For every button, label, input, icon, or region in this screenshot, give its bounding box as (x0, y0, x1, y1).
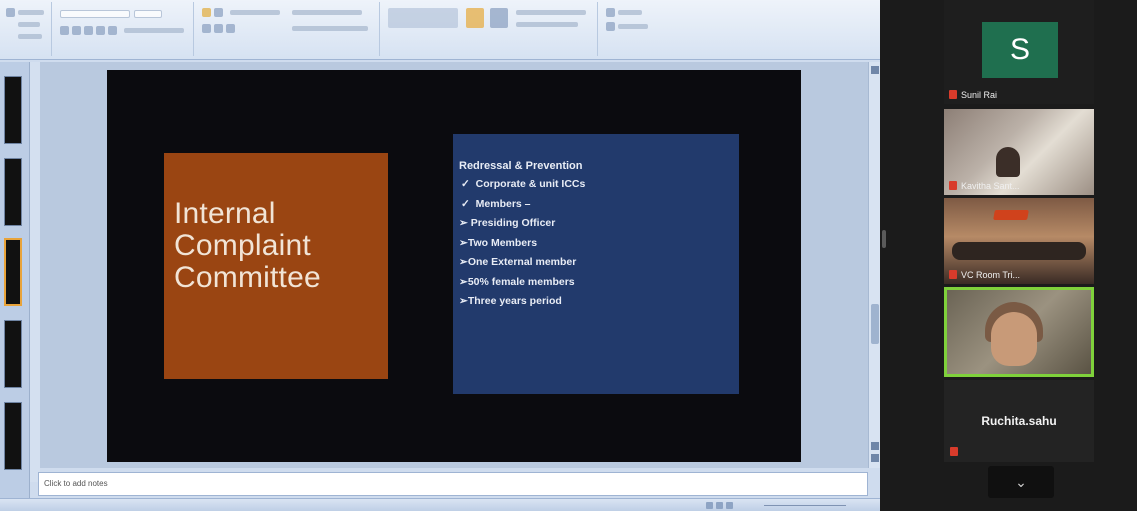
bullet-text: 50% female members (467, 275, 575, 288)
bullet-text: Two Members (467, 236, 538, 249)
replace-icon[interactable] (606, 22, 615, 31)
slide-vertical-scrollbar[interactable] (868, 62, 880, 468)
bullet-item: ✓ Members – (459, 198, 739, 218)
participant-name-text: VC Room Tri... (961, 270, 1021, 280)
title-line: Complaint (174, 229, 311, 262)
muted-mic-icon (949, 270, 957, 279)
slideshow-icon[interactable] (726, 502, 733, 509)
slide-thumbnail[interactable] (4, 76, 22, 144)
ribbon-group-paragraph (196, 2, 380, 56)
participant-tile[interactable]: Kavitha Sant... (944, 109, 1094, 195)
slide-thumbnail[interactable] (4, 158, 22, 226)
quick-styles-icon[interactable] (490, 8, 508, 28)
participant-name: Ruchita.sahu (981, 414, 1057, 428)
bullet-item: ➢One External member (459, 256, 739, 276)
slide-sorter-icon[interactable] (716, 502, 723, 509)
avatar: S (982, 22, 1058, 78)
notes-placeholder: Click to add notes (44, 479, 108, 488)
checkmark-icon: ✓ (461, 178, 470, 190)
align-right-icon[interactable] (226, 24, 235, 33)
align-center-icon[interactable] (214, 24, 223, 33)
video-feed-person (996, 147, 1020, 177)
find-icon[interactable] (606, 8, 615, 17)
slide-title-box[interactable]: Internal Complaint Committee (164, 153, 388, 379)
ribbon-group-editing (600, 2, 660, 56)
participant-name: VC Room Tri... (949, 270, 1020, 280)
slide-thumbnail[interactable] (4, 402, 22, 470)
bullet-item: ➢Three years period (459, 295, 739, 315)
zoom-control[interactable] (706, 502, 856, 509)
underline-icon[interactable] (84, 26, 93, 35)
slide-content-box[interactable]: Redressal & Prevention ✓ Corporate & uni… (453, 134, 739, 394)
video-feed-room (952, 242, 1086, 260)
align-left-icon[interactable] (202, 24, 211, 33)
status-bar (0, 498, 880, 511)
participant-name-text: Sunil Rai (961, 90, 998, 100)
participant-tile[interactable]: Ruchita.sahu (944, 380, 1094, 462)
ribbon-group-drawing (382, 2, 598, 56)
active-speaker-tile[interactable] (944, 287, 1094, 377)
title-line: Internal (174, 197, 276, 230)
next-slide-icon[interactable] (871, 454, 879, 462)
normal-view-icon[interactable] (706, 502, 713, 509)
arrow-bullet-icon: ➢ (459, 236, 468, 249)
slide-thumbnail-pane (0, 62, 30, 498)
slide-thumbnail-selected[interactable] (4, 238, 22, 306)
bullet-text: One External member (467, 256, 577, 268)
bullet-text: Members – (475, 197, 531, 210)
checkmark-icon: ✓ (461, 197, 470, 210)
room-logo (993, 210, 1029, 220)
bullet-item: ➢ Presiding Officer (459, 217, 739, 237)
participants-panel: S Sunil Rai Kavitha Sant... VC Room Tri.… (880, 0, 1137, 511)
video-feed-face (991, 312, 1037, 366)
notes-pane[interactable]: Click to add notes (38, 472, 868, 496)
participant-name: Sunil Rai (949, 90, 997, 100)
current-slide[interactable]: Internal Complaint Committee Redressal &… (107, 70, 801, 462)
screen: Internal Complaint Committee Redressal &… (0, 0, 1137, 511)
bullet-text: Three years period (467, 295, 562, 307)
muted-mic-icon (949, 181, 957, 190)
slide-thumbnail[interactable] (4, 320, 22, 388)
title-line: Committee (174, 261, 321, 294)
arrange-icon[interactable] (466, 8, 484, 28)
thumbnail-scrollbar[interactable] (30, 62, 40, 482)
panel-resize-handle[interactable] (882, 230, 886, 248)
italic-icon[interactable] (72, 26, 81, 35)
presentation-window: Internal Complaint Committee Redressal &… (0, 0, 880, 511)
muted-mic-icon (949, 90, 957, 99)
participant-tile[interactable]: VC Room Tri... (944, 198, 1094, 284)
bullet-item: ➢50% female members (459, 276, 739, 296)
scroll-up-arrow-icon[interactable] (871, 66, 879, 74)
arrow-bullet-icon: ➢ (459, 256, 468, 268)
bold-icon[interactable] (60, 26, 69, 35)
participant-tile[interactable]: S Sunil Rai (944, 0, 1094, 104)
arrow-bullet-icon: ➢ (459, 217, 468, 229)
ribbon-group-font (54, 2, 194, 56)
arrow-bullet-icon: ➢ (459, 275, 468, 288)
bullet-item: ✓ Corporate & unit ICCs (459, 178, 739, 198)
chevron-down-icon: ⌄ (1015, 474, 1027, 490)
ribbon-group-clipboard (0, 2, 52, 56)
muted-mic-icon (950, 447, 958, 456)
previous-slide-icon[interactable] (871, 442, 879, 450)
ribbon-toolbar (0, 0, 880, 60)
scrollbar-thumb[interactable] (871, 304, 879, 344)
scroll-down-button[interactable]: ⌄ (988, 466, 1054, 498)
strikethrough-icon[interactable] (96, 26, 105, 35)
participant-name: Kavitha Sant... (949, 181, 1020, 191)
zoom-slider[interactable] (764, 505, 846, 506)
participant-name-text: Kavitha Sant... (961, 181, 1020, 191)
slide-title: Internal Complaint Committee (174, 198, 321, 294)
bullets-icon[interactable] (202, 8, 211, 17)
numbering-icon[interactable] (214, 8, 223, 17)
arrow-bullet-icon: ➢ (459, 295, 468, 307)
content-heading: Redressal & Prevention (459, 160, 583, 172)
bullet-text: Presiding Officer (470, 217, 556, 229)
paste-icon[interactable] (6, 8, 15, 17)
shadow-icon[interactable] (108, 26, 117, 35)
bullet-text: Corporate & unit ICCs (475, 178, 586, 190)
bullet-item: ➢Two Members (459, 237, 739, 257)
